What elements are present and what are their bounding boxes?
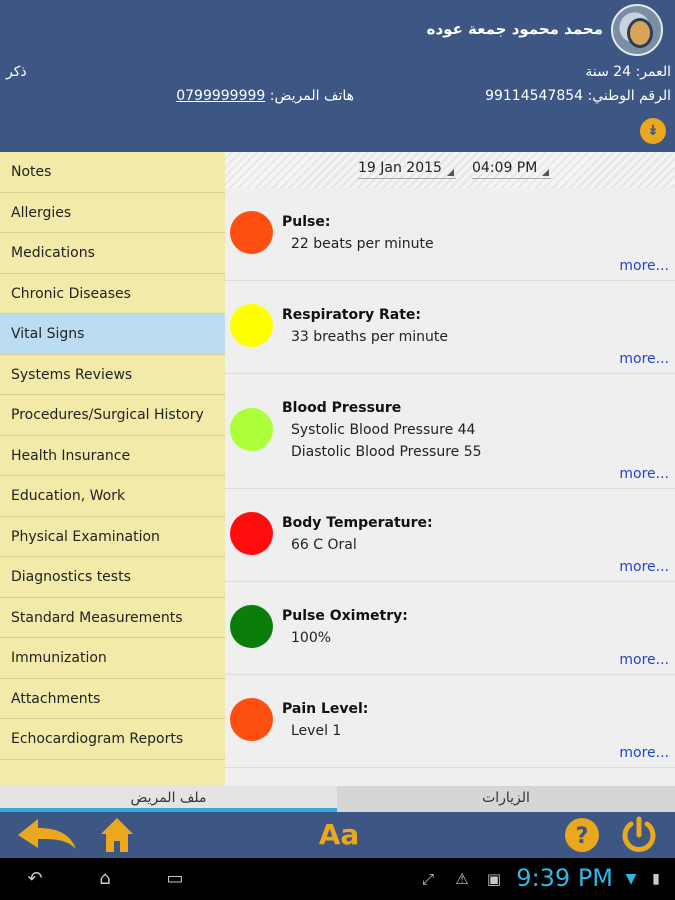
sidebar-item-health-insurance[interactable]: Health Insurance [0, 436, 225, 476]
recent-apps-icon[interactable]: ▭ [158, 858, 192, 900]
image-icon: ▣ [486, 870, 502, 888]
vital-value: Systolic Blood Pressure 44 [291, 422, 476, 438]
tab-visits[interactable]: الزيارات [337, 786, 675, 812]
avatar-icon [627, 18, 653, 48]
back-arrow-icon[interactable] [12, 812, 80, 858]
more-link[interactable]: more... [619, 258, 669, 274]
warning-icon: ⚠ [455, 870, 469, 888]
status-dot [230, 211, 273, 254]
date-time-bar: 19 Jan 2015 04:09 PM [225, 152, 675, 188]
more-link[interactable]: more... [619, 745, 669, 761]
sidebar-item-chronic-diseases[interactable]: Chronic Diseases [0, 274, 225, 314]
vital-value: 22 beats per minute [291, 236, 434, 252]
status-dot [230, 512, 273, 555]
vital-value: 100% [291, 630, 332, 646]
sidebar-item-vital-signs[interactable]: Vital Signs [0, 314, 225, 355]
sidebar-item-systems-reviews[interactable]: Systems Reviews [0, 355, 225, 395]
sidebar-item-diagnostics-tests[interactable]: Diagnostics tests [0, 557, 225, 598]
system-clock: 9:39 PM [516, 864, 613, 892]
vital-value: 33 breaths per minute [291, 329, 448, 345]
sidebar-item-notes[interactable]: Notes [0, 152, 225, 193]
sidebar-item-standard-measurements[interactable]: Standard Measurements [0, 598, 225, 638]
help-icon[interactable]: ? [562, 812, 602, 858]
vital-pain-level: Pain Level: Level 1 more... [225, 675, 675, 768]
patient-gender: ذكر [6, 64, 27, 80]
vital-title: Respiratory Rate: [282, 307, 422, 323]
svg-text:?: ? [576, 824, 589, 849]
system-back-icon[interactable]: ↶ [18, 858, 52, 900]
vital-pulse: Pulse: 22 beats per minute more... [225, 188, 675, 281]
vital-signs-panel: 19 Jan 2015 04:09 PM Pulse: 22 beats per… [225, 152, 675, 786]
sidebar-item-medications[interactable]: Medications [0, 233, 225, 274]
phone-number-link[interactable]: 0799999999 [176, 88, 265, 104]
status-dot [230, 698, 273, 741]
font-size-icon[interactable]: Aa [316, 812, 362, 858]
power-icon[interactable] [618, 812, 660, 858]
time-picker[interactable]: 04:09 PM [472, 160, 552, 179]
vital-title: Body Temperature: [282, 515, 433, 531]
date-value: 19 Jan 2015 [358, 160, 442, 176]
vital-pulse-oximetry: Pulse Oximetry: 100% more... [225, 582, 675, 675]
dropdown-corner-icon [446, 169, 454, 176]
patient-header: محمد محمود جمعة عوده العمر: 24 سنة ذكر ا… [0, 0, 675, 152]
dropdown-corner-icon [542, 169, 550, 176]
patient-phone: هاتف المريض: 0799999999 [152, 88, 354, 104]
sidebar-item-procedures[interactable]: Procedures/Surgical History [0, 395, 225, 436]
more-link[interactable]: more... [619, 652, 669, 668]
status-dot [230, 605, 273, 648]
date-picker[interactable]: 19 Jan 2015 [358, 160, 456, 179]
time-value: 04:09 PM [472, 160, 538, 176]
sidebar-item-physical-examination[interactable]: Physical Examination [0, 517, 225, 557]
sidebar-item-immunization[interactable]: Immunization [0, 638, 225, 679]
more-link[interactable]: more... [619, 466, 669, 482]
system-home-icon[interactable]: ⌂ [88, 858, 122, 900]
tab-patient-file[interactable]: ملف المريض [0, 786, 337, 812]
double-chevron-down-icon[interactable]: ↡ [640, 118, 666, 144]
bottom-tabs: ملف المريض الزيارات [0, 786, 675, 812]
sidebar-item-education-work[interactable]: Education, Work [0, 476, 225, 517]
patient-name: محمد محمود جمعة عوده [426, 20, 603, 38]
vital-body-temperature: Body Temperature: 66 C Oral more... [225, 489, 675, 582]
vital-value: Level 1 [291, 723, 342, 739]
battery-icon: ▮ [652, 871, 660, 887]
fullscreen-icon: ⤢ [421, 870, 434, 888]
more-link[interactable]: more... [619, 351, 669, 367]
vital-value: 66 C Oral [291, 537, 357, 553]
vital-title: Pain Level: [282, 701, 369, 717]
phone-label: هاتف المريض: [265, 88, 354, 104]
status-dot [230, 408, 273, 451]
vital-title: Pulse: [282, 214, 331, 230]
wifi-icon: ▼ [625, 871, 637, 887]
sidebar-item-attachments[interactable]: Attachments [0, 679, 225, 719]
vital-respiratory-rate: Respiratory Rate: 33 breaths per minute … [225, 281, 675, 374]
vital-title: Blood Pressure [282, 400, 402, 416]
status-dot [230, 304, 273, 347]
system-nav-bar: ↶ ⌂ ▭ ⤢ ⚠ ▣ 9:39 PM ▼ ▮ [0, 858, 675, 900]
vital-title: Pulse Oximetry: [282, 608, 408, 624]
home-icon[interactable] [98, 812, 136, 858]
patient-age: العمر: 24 سنة [585, 64, 671, 80]
more-link[interactable]: more... [619, 559, 669, 575]
sidebar: Notes Allergies Medications Chronic Dise… [0, 152, 225, 786]
vital-blood-pressure: Blood Pressure Systolic Blood Pressure 4… [225, 374, 675, 489]
sidebar-item-allergies[interactable]: Allergies [0, 193, 225, 233]
patient-national-id: الرقم الوطني: 99114547854 [485, 88, 671, 104]
patient-avatar[interactable] [611, 4, 663, 56]
app-toolbar: Aa ? [0, 812, 675, 858]
vital-value: Diastolic Blood Pressure 55 [291, 444, 482, 460]
sidebar-item-echocardiogram-reports[interactable]: Echocardiogram Reports [0, 719, 225, 760]
